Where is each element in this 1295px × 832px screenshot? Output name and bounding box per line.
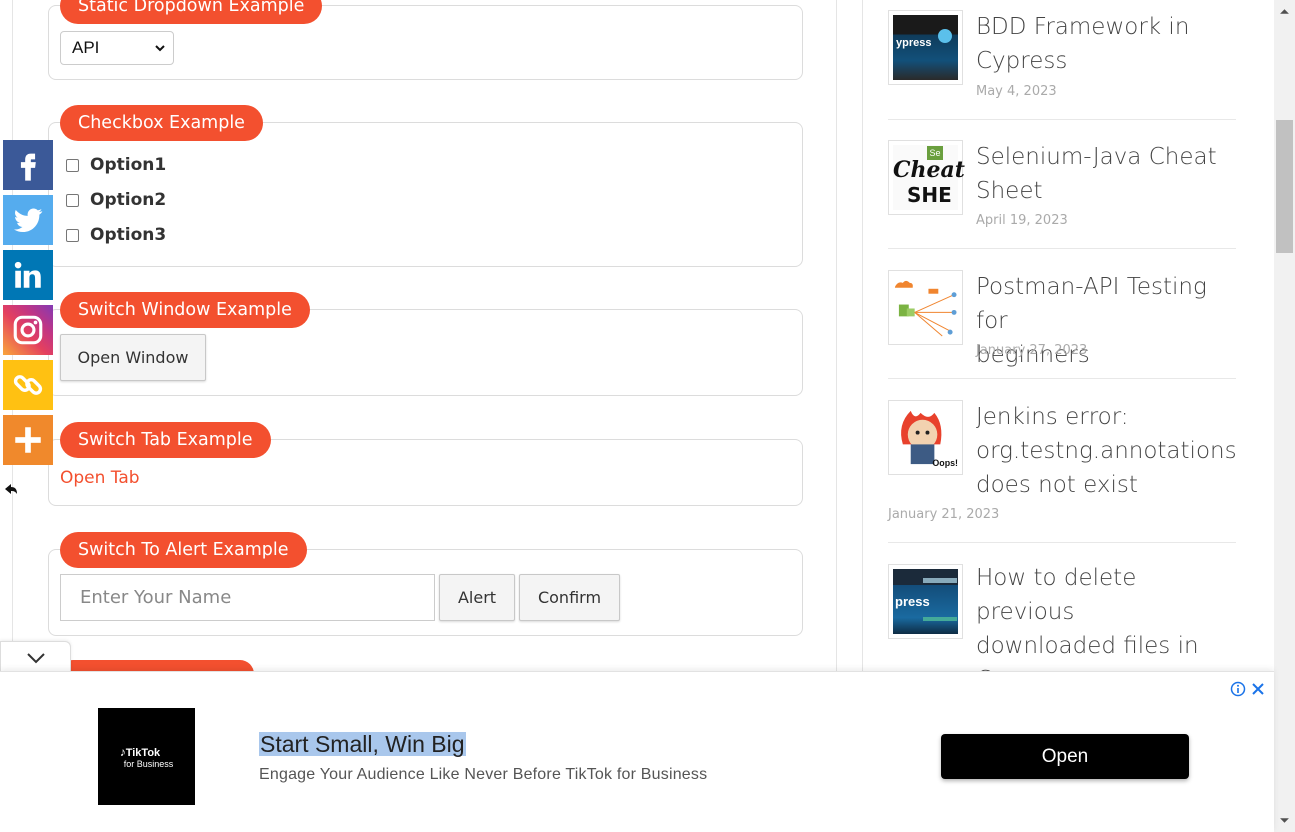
more-share-button[interactable] (3, 415, 53, 465)
post-title-line: Sheet (976, 178, 1043, 204)
hide-share-bar-icon[interactable] (4, 482, 18, 496)
info-icon[interactable] (1230, 681, 1246, 697)
checkbox[interactable] (66, 158, 79, 172)
postman-api-diagram-image (894, 280, 957, 337)
svg-text:Oops!: Oops! (932, 458, 958, 468)
instagram-share-button[interactable] (3, 305, 53, 355)
twitter-share-button[interactable] (3, 195, 53, 245)
plus-icon (15, 427, 41, 453)
jenkins-oops-image: Oops! (901, 410, 958, 468)
post-date: April 19, 2023 (976, 213, 1068, 228)
name-input[interactable]: Enter Your Name (60, 574, 435, 621)
social-share-bar (3, 140, 53, 470)
switch-tab-legend: Switch Tab Example (60, 422, 271, 458)
checkbox-option2[interactable]: Option2 (66, 189, 166, 211)
post-title-line: How to delete previous (976, 565, 1137, 625)
facebook-share-button[interactable] (3, 140, 53, 190)
alert-legend: Switch To Alert Example (60, 532, 307, 568)
post-date: January 27, 2023 (976, 343, 1088, 358)
vertical-scrollbar[interactable] (1274, 0, 1295, 832)
checkbox[interactable] (66, 228, 79, 242)
post-title-line: Cypress (976, 48, 1068, 74)
instagram-icon (13, 315, 43, 345)
sidebar-post[interactable]: Postman-API Testing for beginners Januar… (888, 270, 1236, 379)
checkbox-label: Option2 (90, 190, 167, 210)
facebook-icon (20, 153, 36, 181)
ad-logo-text: TikTok (125, 746, 161, 759)
post-thumbnail[interactable]: Oops! (888, 400, 963, 475)
checkbox-legend: Checkbox Example (60, 105, 263, 141)
ad-headline[interactable]: Start Small, Win Big (259, 732, 466, 756)
checkbox-fieldset: Checkbox Example Option1 Option2 Option3 (48, 105, 803, 267)
alert-fieldset: Switch To Alert Example Enter Your Name … (48, 532, 803, 636)
post-thumbnail[interactable]: press (888, 564, 963, 639)
checkbox-label: Option1 (90, 155, 167, 175)
open-window-button[interactable]: Open Window (60, 334, 206, 381)
ad-collapse-tab[interactable] (0, 641, 71, 674)
dropdown-legend: Static Dropdown Example (60, 0, 323, 24)
dropdown-selected-value: API (72, 38, 100, 57)
sidebar-post[interactable]: Cheat SHE Se Selenium-Java Cheat Sheet A… (888, 140, 1236, 249)
post-title-line: Postman-API Testing for (976, 274, 1207, 334)
sidebar-post[interactable]: Oops! Jenkins error: org.testng.annotati… (888, 400, 1237, 543)
linkedin-share-button[interactable] (3, 250, 53, 300)
ad-logo-subtext: for Business (123, 758, 174, 769)
switch-window-fieldset: Switch Window Example Open Window (48, 292, 803, 396)
sidebar-post[interactable]: press How to delete previous downloaded … (888, 564, 1236, 693)
checkbox-option1[interactable]: Option1 (66, 154, 166, 176)
post-title[interactable]: BDD Framework in Cypress (976, 10, 1189, 78)
confirm-button[interactable]: Confirm (519, 574, 620, 621)
post-title-line: Selenium-Java Cheat (976, 144, 1217, 170)
scroll-down-arrow-icon[interactable] (1279, 815, 1290, 826)
ad-banner: ♪TikTok for Business Start Small, Win Bi… (0, 671, 1274, 832)
dropdown-select[interactable]: API (60, 31, 174, 65)
switch-window-legend: Switch Window Example (60, 292, 310, 328)
post-thumbnail[interactable]: Cheat SHE Se (888, 140, 965, 215)
tiktok-logo[interactable]: ♪TikTok for Business (98, 708, 195, 805)
post-thumbnail[interactable] (888, 270, 963, 345)
post-date: May 4, 2023 (976, 84, 1057, 99)
post-title-line: BDD Framework in (976, 14, 1190, 40)
post-title[interactable]: Selenium-Java Cheat Sheet (976, 140, 1217, 208)
sidebar-post[interactable]: ypress BDD Framework in Cypress May 4, 2… (888, 10, 1236, 120)
link-icon (13, 375, 43, 395)
post-date: January 21, 2023 (888, 507, 1000, 522)
ad-description: Engage Your Audience Like Never Before T… (259, 766, 708, 783)
post-title-line: org.testng.annotations (976, 438, 1237, 464)
cheat-sheet-image: Cheat SHE Se (893, 145, 965, 210)
dropdown-fieldset: Static Dropdown Example API (48, 0, 803, 80)
cypress-bdd-image: ypress (893, 15, 958, 80)
ad-content: ♪TikTok for Business Start Small, Win Bi… (10, 680, 1266, 832)
checkbox-option3[interactable]: Option3 (66, 224, 166, 246)
chevron-down-icon (27, 653, 45, 664)
ad-open-button[interactable]: Open (941, 734, 1189, 779)
copy-link-share-button[interactable] (3, 360, 53, 410)
alert-button[interactable]: Alert (439, 574, 515, 621)
scroll-up-arrow-icon[interactable] (1279, 6, 1290, 17)
switch-tab-fieldset: Switch Tab Example Open Tab (48, 422, 803, 506)
close-icon[interactable] (1250, 681, 1266, 697)
checkbox-label: Option3 (90, 225, 167, 245)
open-tab-link[interactable]: Open Tab (60, 468, 140, 488)
twitter-icon (13, 208, 43, 233)
scrollbar-thumb[interactable] (1276, 120, 1293, 253)
post-title[interactable]: Jenkins error: org.testng.annotations do… (976, 400, 1237, 502)
post-title-line: Jenkins error: (976, 404, 1129, 430)
checkbox[interactable] (66, 193, 79, 207)
post-title-line: does not exist (976, 472, 1138, 498)
cypress-delete-files-image: press (893, 569, 958, 634)
chevron-down-icon (155, 45, 165, 52)
post-title-line: downloaded files in (976, 633, 1199, 659)
linkedin-icon (14, 261, 41, 288)
post-thumbnail[interactable]: ypress (888, 10, 963, 85)
